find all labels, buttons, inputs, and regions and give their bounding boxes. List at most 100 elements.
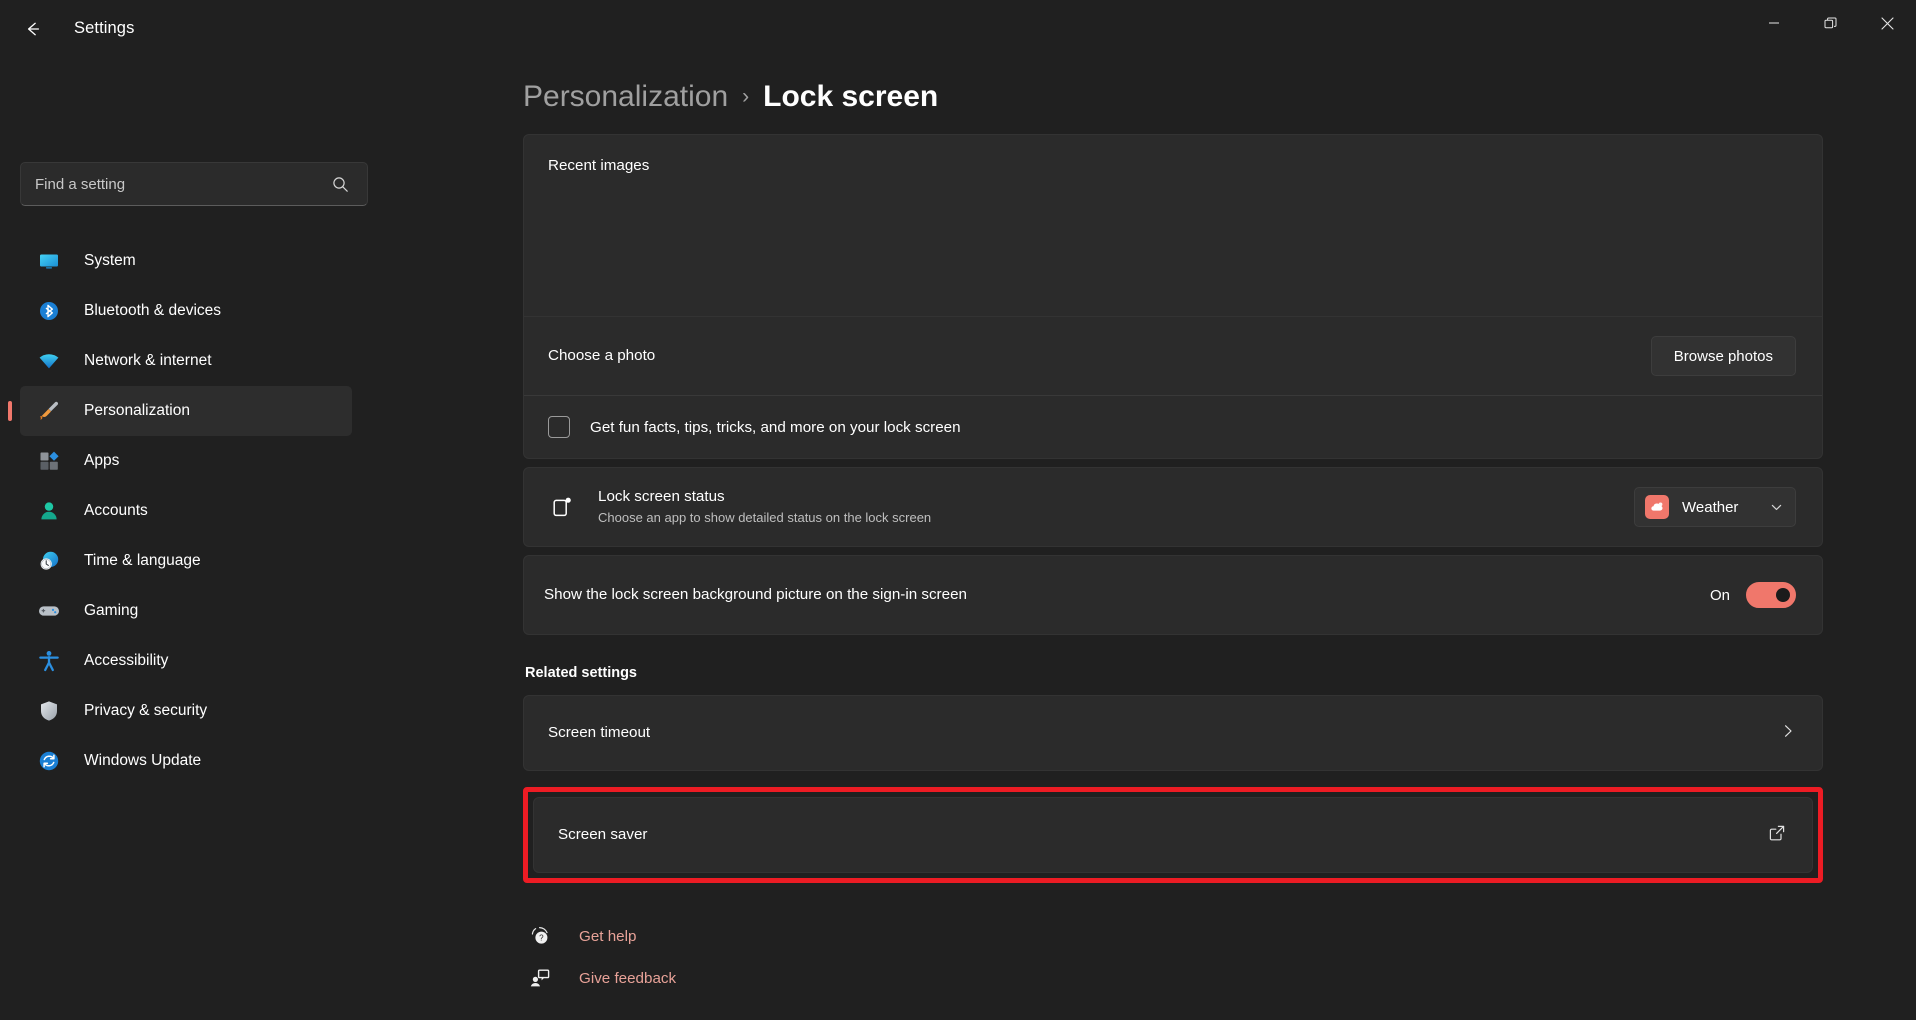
signin-background-row: Show the lock screen background picture … xyxy=(524,556,1822,634)
lock-screen-status-row: Lock screen status Choose an app to show… xyxy=(524,468,1822,546)
fun-facts-checkbox[interactable] xyxy=(548,416,570,438)
gamepad-icon xyxy=(36,598,62,624)
sidebar-item-time-language[interactable]: Time & language xyxy=(20,536,352,586)
sidebar-item-windows-update[interactable]: Windows Update xyxy=(20,736,352,786)
shield-icon xyxy=(36,698,62,724)
paintbrush-icon xyxy=(36,398,62,424)
sidebar-item-network-internet[interactable]: Network & internet xyxy=(20,336,352,386)
feedback-person-icon xyxy=(527,965,553,991)
window-controls xyxy=(1745,0,1916,57)
get-help-link[interactable]: ? Get help xyxy=(527,915,636,957)
give-feedback-label: Give feedback xyxy=(579,969,677,987)
sidebar-item-label: Windows Update xyxy=(84,752,202,769)
breadcrumb-parent-link[interactable]: Personalization xyxy=(523,80,728,114)
sidebar-item-bluetooth-devices[interactable]: Bluetooth & devices xyxy=(20,286,352,336)
choose-photo-label-group: Choose a photo xyxy=(548,346,1651,367)
sidebar-item-system[interactable]: System xyxy=(20,236,352,286)
svg-text:?: ? xyxy=(539,934,544,943)
sidebar-item-accounts[interactable]: Accounts xyxy=(20,486,352,536)
maximize-button[interactable] xyxy=(1802,0,1859,46)
browse-photos-button[interactable]: Browse photos xyxy=(1650,336,1796,376)
lock-screen-status-icon xyxy=(548,493,576,521)
sidebar-item-label: Gaming xyxy=(84,602,139,619)
search-container xyxy=(20,162,368,206)
give-feedback-link[interactable]: Give feedback xyxy=(527,957,676,999)
fun-facts-row: Get fun facts, tips, tricks, and more on… xyxy=(524,395,1822,458)
search-submit-button[interactable] xyxy=(327,171,353,197)
clock-globe-icon xyxy=(36,548,62,574)
lock-screen-status-card: Lock screen status Choose an app to show… xyxy=(523,467,1823,547)
lock-screen-status-text-group: Lock screen status Choose an app to show… xyxy=(548,487,1634,527)
settings-window: Settings Find a setting System Bluetooth… xyxy=(0,0,1916,1020)
weather-cloud-icon xyxy=(1645,495,1669,519)
close-button[interactable] xyxy=(1859,0,1916,46)
main-content: Personalization › Lock screen Recent ima… xyxy=(372,57,1916,1020)
sidebar-item-label: Network & internet xyxy=(84,352,212,369)
lock-screen-status-dropdown[interactable]: Weather xyxy=(1634,487,1796,527)
sidebar-item-label: Privacy & security xyxy=(84,702,208,719)
sidebar-item-accessibility[interactable]: Accessibility xyxy=(20,636,352,686)
signin-background-label-group: Show the lock screen background picture … xyxy=(544,585,1710,606)
sidebar-item-label: Accessibility xyxy=(84,652,169,669)
search-box[interactable] xyxy=(20,162,368,206)
sidebar-item-label: Apps xyxy=(84,452,120,469)
recent-images-label: Recent images xyxy=(548,157,650,174)
lock-screen-status-labels: Lock screen status Choose an app to show… xyxy=(598,487,931,527)
sidebar-item-label: Time & language xyxy=(84,552,201,569)
breadcrumb-separator-icon: › xyxy=(742,85,750,108)
sidebar-item-privacy-security[interactable]: Privacy & security xyxy=(20,686,352,736)
sidebar-nav: System Bluetooth & devices Network & int… xyxy=(0,236,372,786)
signin-background-toggle[interactable] xyxy=(1746,582,1796,608)
sidebar-item-personalization[interactable]: Personalization xyxy=(20,386,352,436)
maximize-restore-icon xyxy=(1824,17,1837,28)
sidebar-item-label: System xyxy=(84,252,136,269)
personalize-background-card: Choose a photo Browse photos Get fun fac… xyxy=(523,316,1823,459)
accessibility-person-icon xyxy=(36,648,62,674)
screen-timeout-label: Screen timeout xyxy=(548,723,651,741)
signin-background-toggle-group: On xyxy=(1710,582,1796,608)
related-settings-heading: Related settings xyxy=(525,665,637,681)
fun-facts-label: Get fun facts, tips, tricks, and more on… xyxy=(590,418,961,436)
lock-screen-status-dropdown-value: Weather xyxy=(1682,498,1739,516)
screen-saver-label: Screen saver xyxy=(558,825,648,843)
settings-scroll-area: Recent images Choose a photo Browse phot… xyxy=(372,134,1916,999)
recent-images-card: Recent images xyxy=(523,134,1823,316)
page-title: Lock screen xyxy=(763,80,939,113)
window-title: Settings xyxy=(74,19,135,37)
minimize-button[interactable] xyxy=(1745,0,1802,46)
bluetooth-icon xyxy=(36,298,62,324)
footer-links: ? Get help Give feedback xyxy=(523,915,1823,999)
back-button[interactable] xyxy=(14,10,52,48)
sidebar-item-label: Personalization xyxy=(84,402,190,419)
system-monitor-icon xyxy=(36,248,62,274)
breadcrumb: Personalization › Lock screen xyxy=(523,72,1916,122)
arrow-left-icon xyxy=(27,22,40,35)
apps-grid-icon xyxy=(36,448,62,474)
screen-saver-label-group: Screen saver xyxy=(558,825,1768,846)
toggle-knob xyxy=(1776,588,1790,602)
close-icon xyxy=(1881,16,1894,30)
sidebar-item-gaming[interactable]: Gaming xyxy=(20,586,352,636)
minimize-icon xyxy=(1768,22,1779,24)
sidebar-item-label: Accounts xyxy=(84,502,148,519)
choose-photo-label: Choose a photo xyxy=(548,346,656,364)
sidebar-item-label: Bluetooth & devices xyxy=(84,302,222,319)
chevron-right-icon xyxy=(1780,723,1796,744)
help-question-icon: ? xyxy=(527,923,553,949)
open-external-icon xyxy=(1768,824,1786,847)
signin-background-toggle-state: On xyxy=(1709,586,1730,604)
recent-images-thumbnails[interactable] xyxy=(524,174,1822,316)
title-bar: Settings xyxy=(0,0,1916,57)
related-setting-screen-timeout[interactable]: Screen timeout xyxy=(523,695,1823,771)
lock-screen-status-subtitle: Choose an app to show detailed status on… xyxy=(598,510,932,526)
sidebar: System Bluetooth & devices xyxy=(0,57,372,1020)
chevron-down-icon xyxy=(1770,501,1783,514)
wifi-icon xyxy=(36,348,62,374)
person-icon xyxy=(36,498,62,524)
fun-facts-checkbox-row[interactable]: Get fun facts, tips, tricks, and more on… xyxy=(524,396,1822,458)
search-input[interactable] xyxy=(35,175,327,193)
sidebar-item-apps[interactable]: Apps xyxy=(20,436,352,486)
related-setting-screen-saver[interactable]: Screen saver xyxy=(533,797,1813,873)
search-icon xyxy=(332,176,348,192)
signin-background-label: Show the lock screen background picture … xyxy=(544,585,967,603)
